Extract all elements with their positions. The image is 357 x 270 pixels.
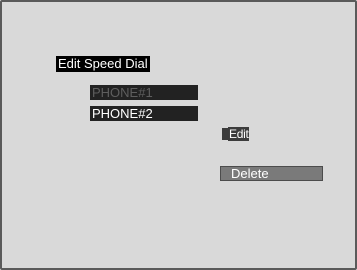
delete-button[interactable]: Delete — [220, 166, 323, 181]
phone-item-2[interactable]: PHONE#2 — [90, 106, 198, 121]
display-screen: Edit Speed Dial PHONE#1 PHONE#2 Edit Del… — [0, 0, 357, 270]
phone-item-1[interactable]: PHONE#1 — [90, 85, 198, 100]
edit-button[interactable]: Edit — [222, 127, 250, 141]
edit-button-label: Edit — [228, 127, 250, 141]
screen-title: Edit Speed Dial — [56, 56, 150, 72]
